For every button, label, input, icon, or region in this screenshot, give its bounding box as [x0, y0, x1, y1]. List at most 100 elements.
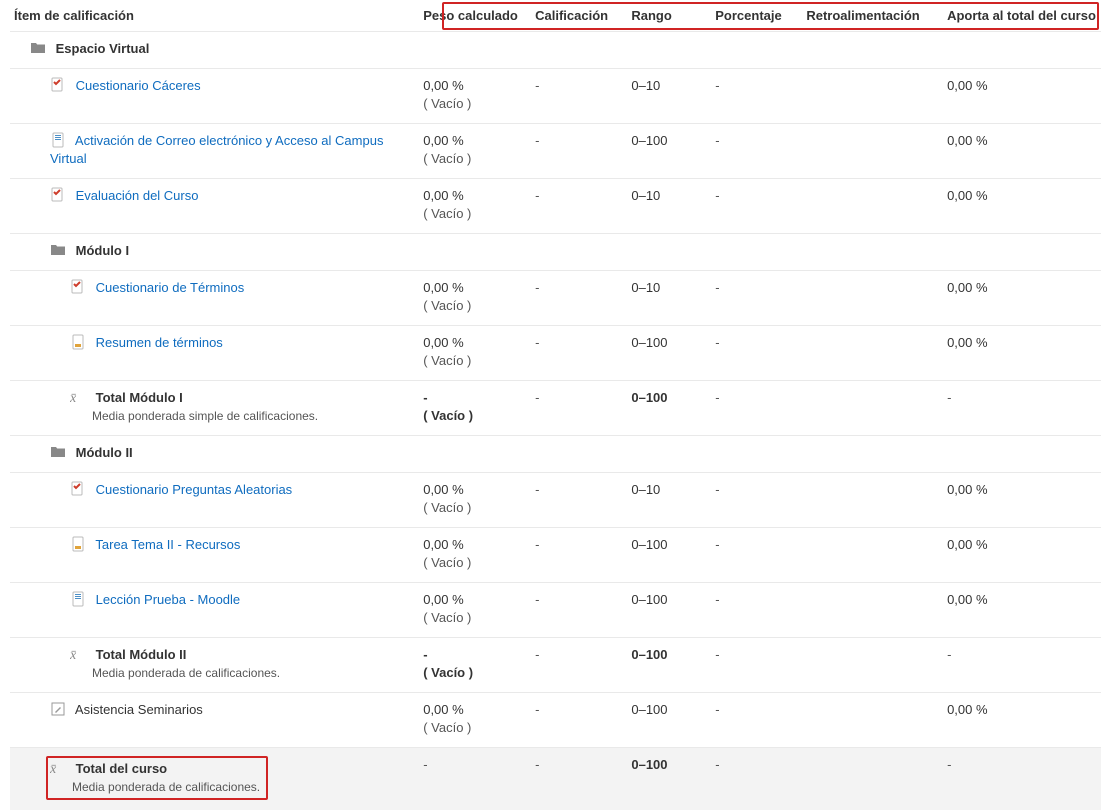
category-total-title: Total Módulo I: [96, 390, 183, 405]
grade-item-row: Cuestionario Preguntas Aleatorias 0,00 %…: [10, 473, 1101, 528]
cell-peso: 0,00 %( Vacío ): [419, 693, 531, 748]
quiz-icon: [70, 279, 86, 295]
cell-aporta: 0,00 %: [943, 179, 1101, 234]
cell-pct: -: [711, 271, 802, 326]
cell-cal: -: [531, 179, 627, 234]
grade-item-row: Asistencia Seminarios 0,00 %( Vacío ) - …: [10, 693, 1101, 748]
assignment-icon: [70, 536, 86, 552]
cell-retro: [802, 638, 943, 693]
aggregate-icon: [70, 389, 86, 405]
cell-peso: -( Vacío ): [419, 381, 531, 436]
col-item: Ítem de calificación: [10, 0, 419, 32]
cell-pct: -: [711, 381, 802, 436]
assignment-icon: [70, 334, 86, 350]
grade-item-row: Activación de Correo electrónico y Acces…: [10, 124, 1101, 179]
cell-aporta: 0,00 %: [943, 473, 1101, 528]
cell-retro: [802, 124, 943, 179]
cell-peso: 0,00 %( Vacío ): [419, 124, 531, 179]
cell-cal: -: [531, 124, 627, 179]
cell-aporta: 0,00 %: [943, 271, 1101, 326]
aggregation-method: Media ponderada simple de calificaciones…: [92, 407, 415, 425]
cell-cal: -: [531, 326, 627, 381]
cell-retro: [802, 326, 943, 381]
aggregate-icon: [70, 646, 86, 662]
grade-report-table: Ítem de calificación Peso calculado Cali…: [10, 0, 1101, 810]
col-retro: Retroalimentación: [802, 0, 943, 32]
cell-rango: 0–100: [627, 748, 711, 810]
cell-cal: -: [531, 473, 627, 528]
cell-cal: -: [531, 583, 627, 638]
grade-item-row: Cuestionario Cáceres 0,00 %( Vacío ) - 0…: [10, 69, 1101, 124]
cell-retro: [802, 271, 943, 326]
grade-item-link[interactable]: Activación de Correo electrónico y Acces…: [50, 133, 383, 166]
cell-aporta: 0,00 %: [943, 583, 1101, 638]
grade-item-link[interactable]: Cuestionario Preguntas Aleatorias: [96, 482, 293, 497]
cell-peso: 0,00 %( Vacío ): [419, 528, 531, 583]
cell-aporta: 0,00 %: [943, 528, 1101, 583]
cell-rango: 0–10: [627, 473, 711, 528]
cell-aporta: -: [943, 638, 1101, 693]
cell-rango: 0–100: [627, 528, 711, 583]
cell-aporta: -: [943, 381, 1101, 436]
category-row: Espacio Virtual: [10, 32, 1101, 69]
table-header-row: Ítem de calificación Peso calculado Cali…: [10, 0, 1101, 32]
col-peso: Peso calculado: [419, 0, 531, 32]
cell-peso: -: [419, 748, 531, 810]
category-row: Módulo I: [10, 234, 1101, 271]
cell-rango: 0–100: [627, 326, 711, 381]
grade-item-link[interactable]: Resumen de términos: [96, 335, 223, 350]
cell-cal: -: [531, 748, 627, 810]
aggregate-icon: [50, 760, 66, 776]
cell-pct: -: [711, 179, 802, 234]
category-row: Módulo II: [10, 436, 1101, 473]
cell-rango: 0–100: [627, 124, 711, 179]
cell-aporta: 0,00 %: [943, 69, 1101, 124]
cell-cal: -: [531, 528, 627, 583]
cell-peso: 0,00 %( Vacío ): [419, 271, 531, 326]
cell-rango: 0–10: [627, 179, 711, 234]
cell-rango: 0–100: [627, 583, 711, 638]
col-rango: Rango: [627, 0, 711, 32]
manual-item-icon: [50, 701, 66, 717]
cell-pct: -: [711, 638, 802, 693]
cell-rango: 0–100: [627, 693, 711, 748]
cell-pct: -: [711, 473, 802, 528]
cell-cal: -: [531, 381, 627, 436]
cell-pct: -: [711, 124, 802, 179]
aggregation-method: Media ponderada de calificaciones.: [72, 778, 260, 796]
col-pct: Porcentaje: [711, 0, 802, 32]
cell-retro: [802, 69, 943, 124]
category-total-row: Total Módulo I Media ponderada simple de…: [10, 381, 1101, 436]
category-title: Módulo I: [76, 243, 129, 258]
cell-retro: [802, 583, 943, 638]
folder-icon: [50, 242, 66, 258]
cell-retro: [802, 528, 943, 583]
cell-cal: -: [531, 69, 627, 124]
grade-item-row: Tarea Tema II - Recursos 0,00 %( Vacío )…: [10, 528, 1101, 583]
grade-item-row: Lección Prueba - Moodle 0,00 %( Vacío ) …: [10, 583, 1101, 638]
grade-item-link[interactable]: Lección Prueba - Moodle: [96, 592, 241, 607]
folder-icon: [50, 444, 66, 460]
page-icon: [70, 591, 86, 607]
cell-pct: -: [711, 693, 802, 748]
category-title: Espacio Virtual: [56, 41, 150, 56]
category-title: Módulo II: [76, 445, 133, 460]
cell-aporta: 0,00 %: [943, 326, 1101, 381]
cell-peso: 0,00 %( Vacío ): [419, 583, 531, 638]
cell-retro: [802, 473, 943, 528]
grade-item-link[interactable]: Cuestionario Cáceres: [76, 78, 201, 93]
cell-pct: -: [711, 583, 802, 638]
cell-aporta: 0,00 %: [943, 124, 1101, 179]
quiz-icon: [50, 187, 66, 203]
cell-retro: [802, 693, 943, 748]
grade-item-row: Resumen de términos 0,00 %( Vacío ) - 0–…: [10, 326, 1101, 381]
cell-peso: 0,00 %( Vacío ): [419, 69, 531, 124]
grade-item-link[interactable]: Cuestionario de Términos: [96, 280, 245, 295]
cell-peso: 0,00 %( Vacío ): [419, 326, 531, 381]
cell-aporta: 0,00 %: [943, 693, 1101, 748]
grade-item-row: Cuestionario de Términos 0,00 %( Vacío )…: [10, 271, 1101, 326]
grade-item-link[interactable]: Tarea Tema II - Recursos: [95, 537, 240, 552]
grade-item-link[interactable]: Evaluación del Curso: [76, 188, 199, 203]
cell-cal: -: [531, 693, 627, 748]
page-icon: [50, 132, 66, 148]
